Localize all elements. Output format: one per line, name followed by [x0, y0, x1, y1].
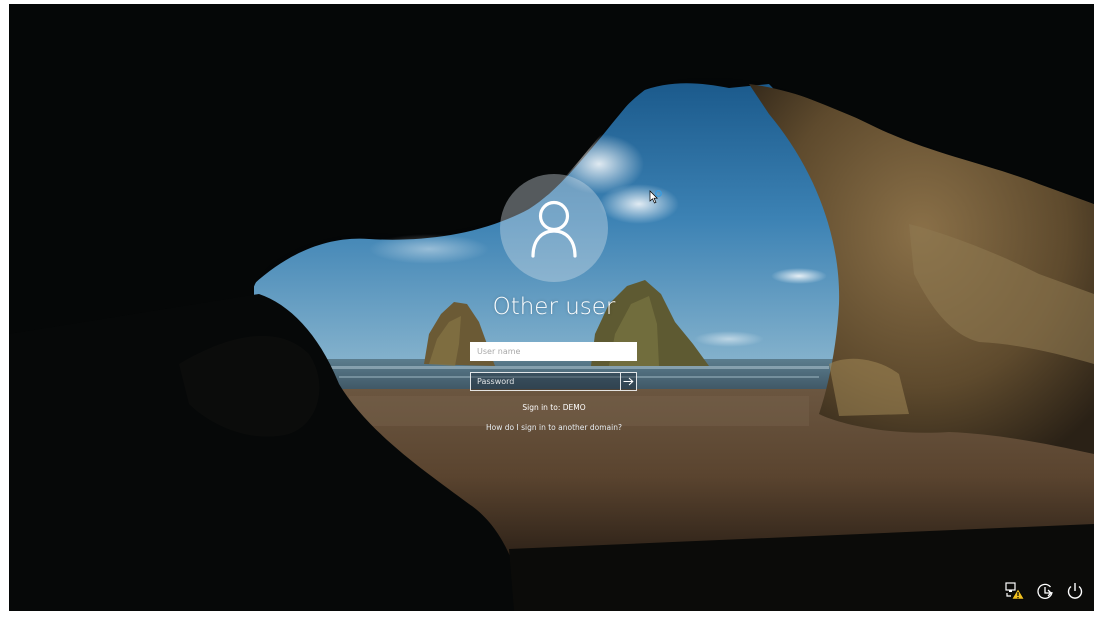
user-icon [531, 200, 577, 258]
arrow-right-icon [623, 377, 634, 386]
network-button[interactable] [1004, 581, 1025, 602]
power-button[interactable] [1064, 581, 1085, 602]
ease-of-access-icon [1036, 583, 1053, 600]
other-domain-link[interactable]: How do I sign in to another domain? [409, 423, 699, 432]
password-input[interactable] [470, 372, 620, 391]
system-tray [1004, 579, 1085, 603]
sign-in-domain-text: Sign in to: DEMO [522, 403, 586, 412]
user-title: Other user [492, 294, 616, 320]
network-warning-icon [1004, 582, 1025, 600]
login-panel: Other user Sign in to: DEMO How do I sig… [9, 4, 1094, 611]
user-avatar [500, 174, 608, 282]
ease-of-access-button[interactable] [1034, 581, 1055, 602]
lock-screen: Other user Sign in to: DEMO How do I sig… [9, 4, 1094, 611]
submit-button[interactable] [620, 372, 637, 391]
power-icon [1067, 583, 1082, 599]
username-input[interactable] [470, 342, 637, 361]
